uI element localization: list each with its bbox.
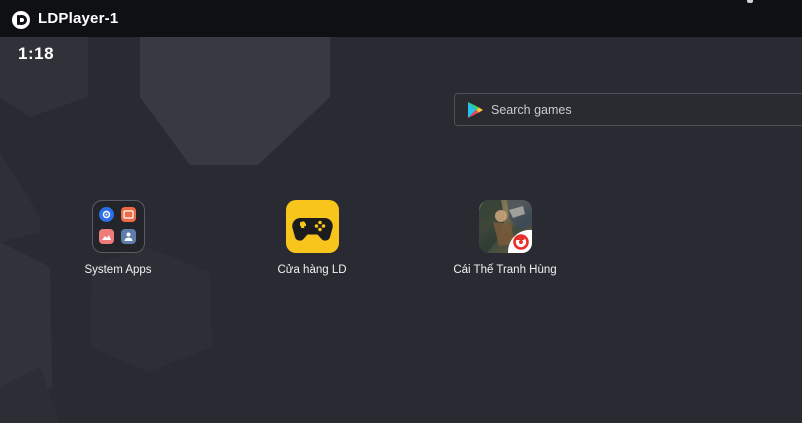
ldplayer-logo-icon [12,11,30,29]
app-ld-store[interactable]: Cửa hàng LD [252,200,372,276]
title-bar[interactable]: LDPlayer-1 [0,0,802,37]
home-screen: 1:18 Search games System Apps Cửa hàng L… [0,37,802,423]
app-label: Cửa hàng LD [277,264,347,276]
system-apps-folder-icon [91,200,145,253]
window-title: LDPlayer-1 [38,10,119,27]
gallery-mini-icon [98,229,114,244]
app-label: Cái Thế Tranh Hùng [453,264,557,276]
title-bar-indicator [747,0,753,3]
contacts-mini-icon [120,229,136,244]
app-system-apps[interactable]: System Apps [58,200,178,276]
search-games-input[interactable] [491,102,791,117]
app-cai-the-tranh-hung[interactable]: Cái Thế Tranh Hùng [445,200,565,276]
ldplayer-window: LDPlayer-1 1:18 Search games System Apps… [0,0,802,423]
browser-mini-icon [120,207,136,222]
google-play-icon [468,101,483,118]
app-label: System Apps [84,264,152,276]
settings-mini-icon [98,207,114,222]
game-cover-icon [478,200,532,253]
search-games-box[interactable] [454,93,802,126]
status-clock: 1:18 [18,44,55,63]
gamepad-icon [285,200,339,253]
